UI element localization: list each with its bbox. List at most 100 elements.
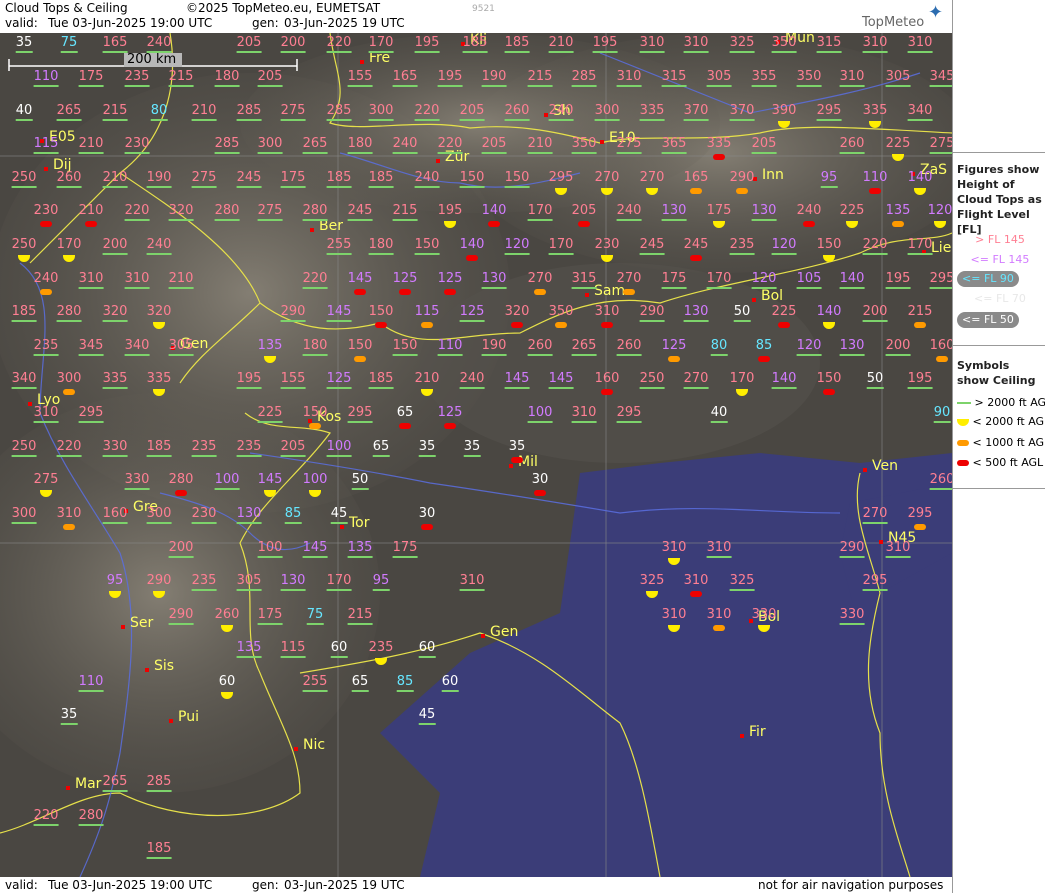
legend-fl-50: <= FL 50	[957, 312, 1043, 328]
cloud-top-label: 155	[280, 371, 306, 389]
cloud-top-label: 310	[78, 271, 104, 289]
cloud-top-label: 330	[102, 439, 128, 457]
ceiling-symbol	[869, 188, 881, 194]
cloud-top-label: 205	[236, 35, 262, 53]
ceiling-symbol	[421, 524, 433, 530]
cloud-top-label: 300	[56, 371, 82, 386]
figures-legend-title: Figures show Height of Cloud Tops as Fli…	[957, 163, 1042, 236]
cloud-top-label: 65	[396, 405, 414, 420]
ceiling-symbol	[309, 423, 321, 429]
cloud-top-label: 255	[326, 237, 352, 255]
cloud-top-label: 200	[168, 540, 194, 558]
cloud-top-label: 175	[661, 271, 687, 289]
cloud-top-label: 260	[504, 103, 530, 121]
ceiling-symbol	[534, 490, 546, 496]
cloud-top-label: 205	[459, 103, 485, 121]
cloud-top-label: 270	[527, 271, 553, 286]
cloud-top-label: 175	[78, 69, 104, 87]
ceiling-symbol	[354, 289, 366, 295]
scale-label: 200 km	[127, 52, 177, 67]
cloud-top-label: 100	[214, 472, 240, 490]
cloud-top-label: 325	[639, 573, 665, 588]
cloud-top-label: 240	[548, 103, 574, 121]
cloud-top-label: 310	[683, 573, 709, 588]
cloud-top-label: 260	[214, 607, 240, 622]
map-code: 9521	[472, 4, 495, 14]
city-label: Bol	[751, 288, 784, 304]
legend-ceiling-above-2000: > 2000 ft AGL	[957, 396, 1045, 409]
cloud-top-label: 195	[437, 69, 463, 87]
city-label: Inn	[753, 167, 784, 183]
cloud-top-label: 250	[11, 237, 37, 252]
cloud-top-label: 275	[280, 103, 306, 121]
cloud-top-label: 220	[326, 35, 352, 53]
cloud-top-label: 320	[168, 203, 194, 221]
footer-valid-label: valid:	[5, 878, 38, 892]
ceiling-symbol	[421, 322, 433, 328]
cloud-top-label: 390	[771, 103, 797, 118]
cloud-top-label: 150	[414, 237, 440, 255]
ceiling-symbol	[63, 524, 75, 530]
cloud-top-label: 130	[751, 203, 777, 221]
cloud-top-label: 265	[302, 136, 328, 154]
cloud-top-label: 245	[347, 203, 373, 221]
cloud-top-label: 175	[706, 203, 732, 218]
cloud-top-label: 150	[504, 170, 530, 188]
cloud-top-label: 130	[280, 573, 306, 591]
cloud-top-label: 125	[437, 271, 463, 286]
legend-fl-90: <= FL 90	[957, 271, 1043, 287]
cloud-top-label: 215	[102, 103, 128, 121]
cloud-top-label: 50	[351, 472, 369, 490]
city-label: Ser	[120, 615, 154, 631]
cloud-top-label: 300	[146, 506, 172, 524]
cloud-top-label: 295	[616, 405, 642, 423]
ceiling-symbol	[914, 322, 926, 328]
cloud-top-label: 220	[33, 808, 59, 826]
cloud-top-label: 125	[326, 371, 352, 389]
city-label: Tor	[340, 515, 370, 531]
cloud-top-label: 295	[862, 573, 888, 591]
compass-logo-icon: ✦	[928, 2, 944, 23]
valid-value: Tue 03-Jun-2025 19:00 UTC	[48, 16, 213, 30]
cloud-top-label: 235	[236, 439, 262, 457]
ceiling-symbol	[668, 356, 680, 362]
ceiling-symbol	[444, 423, 456, 429]
cloud-top-label: 190	[146, 170, 172, 188]
cloud-top-label: 35	[60, 707, 78, 725]
ceiling-symbol	[40, 289, 52, 295]
cloud-top-label: 185	[146, 841, 172, 859]
cloud-top-label: 165	[102, 35, 128, 53]
cloud-top-label: 310	[907, 35, 933, 53]
ceiling-symbol	[601, 322, 613, 328]
cloud-top-label: 170	[706, 271, 732, 289]
cloud-top-label: 60	[418, 640, 436, 658]
cloud-top-label: 145	[257, 472, 283, 487]
cloud-top-label: 270	[683, 371, 709, 389]
cloud-top-label: 140	[481, 203, 507, 218]
cloud-top-label: 205	[481, 136, 507, 154]
cloud-top-label: 295	[347, 405, 373, 423]
cloud-top-label: 145	[504, 371, 530, 389]
cloud-top-label: 185	[368, 170, 394, 188]
cloud-top-label: 210	[78, 203, 104, 218]
cloud-top-label: 150	[302, 405, 328, 420]
cloud-top-label: 235	[191, 573, 217, 591]
cloud-top-label: 250	[11, 439, 37, 457]
cloud-top-label: 275	[191, 170, 217, 188]
map-footer: valid: Tue 03-Jun-2025 19:00 UTC gen: 03…	[0, 877, 952, 893]
cloud-top-label: 325	[729, 573, 755, 591]
cloud-top-label: 160	[594, 371, 620, 386]
cloud-top-label: 230	[33, 203, 59, 218]
cloud-top-label: 180	[347, 136, 373, 154]
cloud-top-label: 310	[706, 607, 732, 622]
cloud-top-label: 265	[102, 774, 128, 792]
city-label: Mar	[65, 776, 102, 792]
footer-gen-value: 03-Jun-2025 19 UTC	[284, 878, 405, 892]
cloud-top-label: 270	[594, 170, 620, 185]
cloud-top-label: 240	[616, 203, 642, 221]
cloud-top-label: 65	[372, 439, 390, 457]
cloud-top-label: 150	[459, 170, 485, 188]
cloud-top-label: 185	[368, 371, 394, 389]
cloud-top-label: 45	[330, 506, 348, 524]
cloud-top-label: 205	[280, 439, 306, 457]
